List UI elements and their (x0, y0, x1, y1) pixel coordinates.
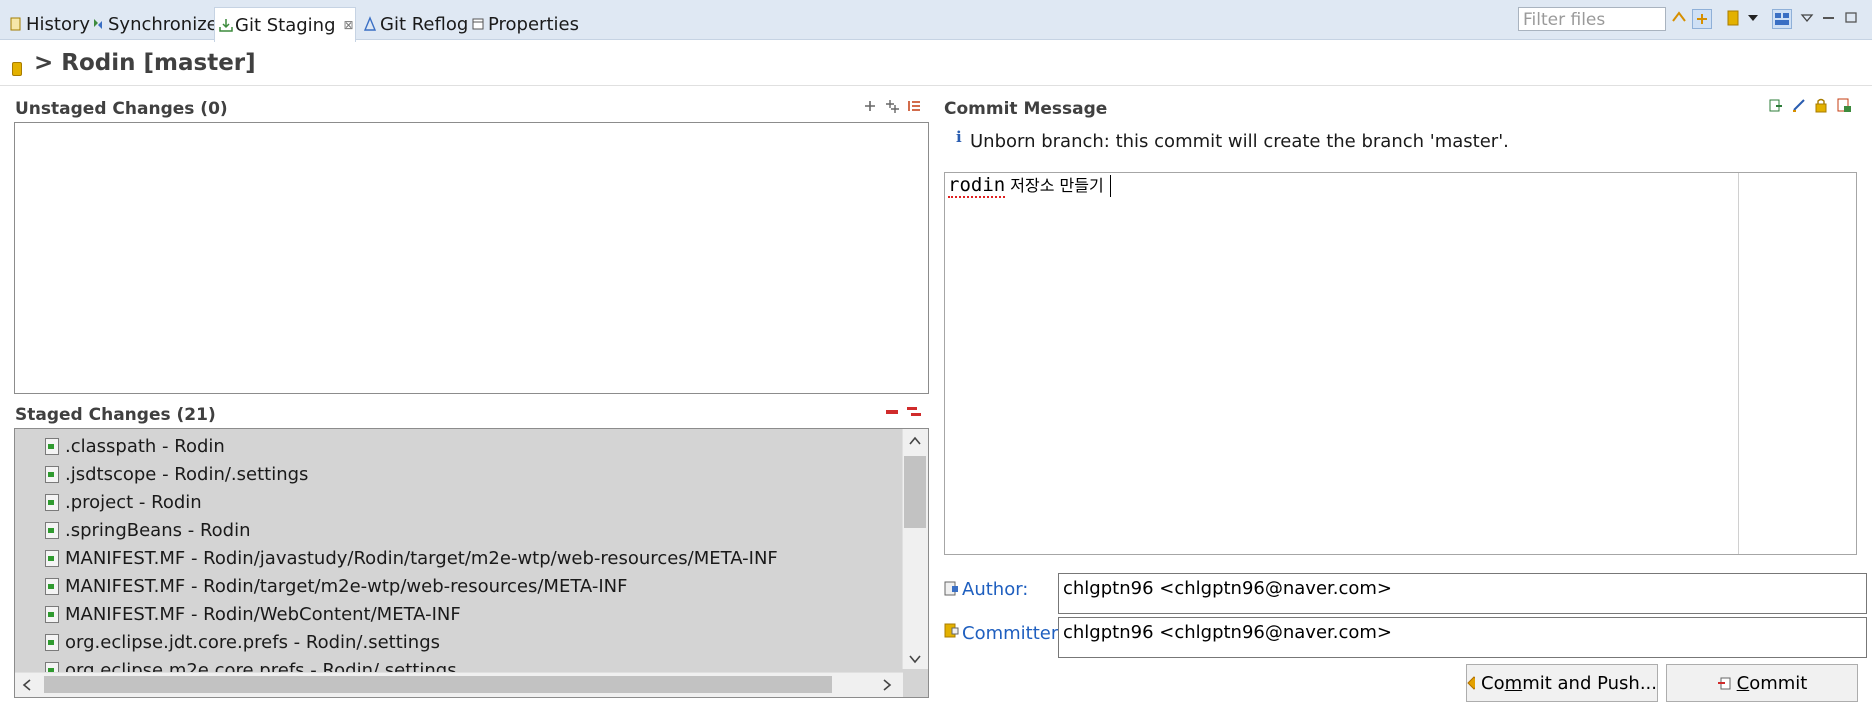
file-label: .project - Rodin (65, 491, 202, 513)
tab-history-label: History (26, 13, 91, 35)
file-icon (45, 465, 59, 483)
vertical-scroll-thumb[interactable] (904, 456, 926, 528)
repository-icon[interactable] (1724, 9, 1742, 27)
author-label: Author: (962, 579, 1029, 600)
message-rest: 저장소 만들기 (1005, 176, 1104, 195)
scroll-right-icon[interactable] (880, 677, 894, 693)
filter-files-placeholder: Filter files (1523, 10, 1606, 30)
sign-off-icon[interactable] (1791, 97, 1807, 113)
file-label: MANIFEST.MF - Rodin/WebContent/META-INF (65, 603, 461, 625)
scroll-down-icon[interactable] (907, 652, 923, 666)
file-icon (45, 493, 59, 511)
file-label: MANIFEST.MF - Rodin/target/m2e-wtp/web-r… (65, 575, 628, 597)
commit-message-textarea[interactable] (944, 172, 1857, 555)
presentation-menu-icon[interactable] (906, 98, 922, 114)
staged-file-row[interactable]: .springBeans - Rodin (45, 517, 250, 543)
info-icon: i (956, 128, 962, 146)
filter-files-input[interactable]: Filter files (1518, 7, 1666, 31)
text-caret (1110, 175, 1111, 197)
commit-and-push-button[interactable]: Co m mit and Push... (1466, 664, 1658, 702)
commit-message-title: Commit Message (944, 99, 1108, 119)
committer-icon (944, 623, 959, 638)
file-icon (45, 605, 59, 623)
staged-file-row[interactable]: .classpath - Rodin (45, 433, 225, 459)
dropdown-chevron-icon[interactable] (1744, 9, 1762, 27)
tab-git-reflog-label: Git Reflog (380, 13, 469, 35)
amend-lock-icon[interactable] (1813, 97, 1829, 113)
close-tab-icon[interactable]: ⊠ (344, 18, 354, 32)
staged-file-row[interactable]: MANIFEST.MF - Rodin/target/m2e-wtp/web-r… (45, 573, 627, 599)
staged-file-row[interactable]: MANIFEST.MF - Rodin/WebContent/META-INF (45, 601, 461, 627)
tab-properties-label: Properties (488, 13, 579, 35)
synchronize-icon (92, 16, 104, 32)
tab-git-staging-label: Git Staging (235, 14, 336, 36)
horizontal-scroll-thumb[interactable] (44, 676, 832, 693)
expand-all-icon[interactable] (862, 98, 878, 114)
sync-toolbar-icon[interactable] (1670, 9, 1688, 27)
file-label: .springBeans - Rodin (65, 519, 251, 541)
file-icon (45, 549, 59, 567)
author-icon (944, 581, 958, 596)
file-icon (45, 633, 59, 651)
commit-push-mnemonic: m (1504, 672, 1523, 694)
staged-file-row[interactable]: .jsdtscope - Rodin/.settings (45, 461, 308, 487)
committer-field[interactable]: chlgptn96 <chlgptn96@naver.com> (1058, 617, 1867, 658)
commit-push-label-pre: Co (1481, 672, 1505, 694)
staged-changes-list[interactable]: .classpath - Rodin .jsdtscope - Rodin/.s… (14, 428, 929, 698)
maximize-icon[interactable] (1842, 9, 1860, 27)
file-label: org.eclipse.jdt.core.prefs - Rodin/.sett… (65, 631, 441, 653)
git-reflog-icon (363, 16, 377, 32)
repository-title: > Rodin [master] (34, 50, 256, 76)
unborn-branch-info: Unborn branch: this commit will create t… (970, 131, 1509, 152)
commit-mnemonic: C (1736, 672, 1750, 694)
view-menu-icon[interactable] (1798, 9, 1816, 27)
properties-icon (472, 16, 484, 32)
tab-git-reflog[interactable]: Git Reflog (356, 8, 468, 40)
file-icon (45, 577, 59, 595)
repository-header (0, 42, 1872, 86)
minimize-icon[interactable] (1820, 9, 1838, 27)
tab-synchronize[interactable]: Synchronize (88, 8, 218, 40)
push-commit-icon[interactable] (1836, 97, 1852, 113)
commit-message-text: rodin 저장소 만들기 (948, 172, 1104, 198)
staged-file-row[interactable]: MANIFEST.MF - Rodin/javastudy/Rodin/targ… (45, 545, 778, 571)
file-label: .classpath - Rodin (65, 435, 225, 457)
tab-properties[interactable]: Properties (464, 8, 579, 40)
scroll-up-icon[interactable] (907, 434, 923, 448)
layout-toggle-icon[interactable] (1772, 9, 1792, 29)
file-label: MANIFEST.MF - Rodin/javastudy/Rodin/targ… (65, 547, 778, 569)
staged-file-row[interactable]: .project - Rodin (45, 489, 202, 515)
author-field[interactable]: chlgptn96 <chlgptn96@naver.com> (1058, 573, 1867, 614)
tab-git-staging[interactable]: Git Staging ⊠ (214, 7, 356, 42)
staged-changes-title: Staged Changes (21) (15, 405, 216, 425)
unstage-all-icon[interactable] (906, 404, 922, 420)
file-label: .jsdtscope - Rodin/.settings (65, 463, 309, 485)
commit-button[interactable]: Commit (1666, 664, 1858, 702)
unstage-selected-icon[interactable] (884, 404, 900, 420)
staged-file-row[interactable]: org.eclipse.jdt.core.prefs - Rodin/.sett… (45, 629, 440, 655)
scroll-left-icon[interactable] (20, 677, 34, 693)
misspelled-word: rodin (948, 174, 1006, 198)
link-editor-icon[interactable] (1692, 9, 1712, 29)
commit-push-icon (1467, 676, 1476, 690)
commit-label-post: ommit (1749, 672, 1808, 694)
commit-push-label-post: mit and Push... (1522, 672, 1657, 694)
repository-icon (12, 62, 22, 76)
message-margin-ruler (1738, 173, 1739, 554)
commit-icon (1717, 677, 1731, 690)
unstaged-changes-title: Unstaged Changes (0) (15, 99, 228, 119)
committer-label: Committer: (962, 623, 1064, 644)
tab-synchronize-label: Synchronize (108, 13, 218, 35)
unstaged-changes-list[interactable] (14, 122, 929, 394)
file-icon (45, 437, 59, 455)
change-id-icon[interactable] (1768, 97, 1784, 113)
stage-all-icon[interactable] (884, 98, 900, 114)
tab-history[interactable]: History (2, 8, 90, 40)
git-staging-icon (219, 17, 233, 33)
history-icon (10, 16, 22, 32)
file-icon (45, 521, 59, 539)
